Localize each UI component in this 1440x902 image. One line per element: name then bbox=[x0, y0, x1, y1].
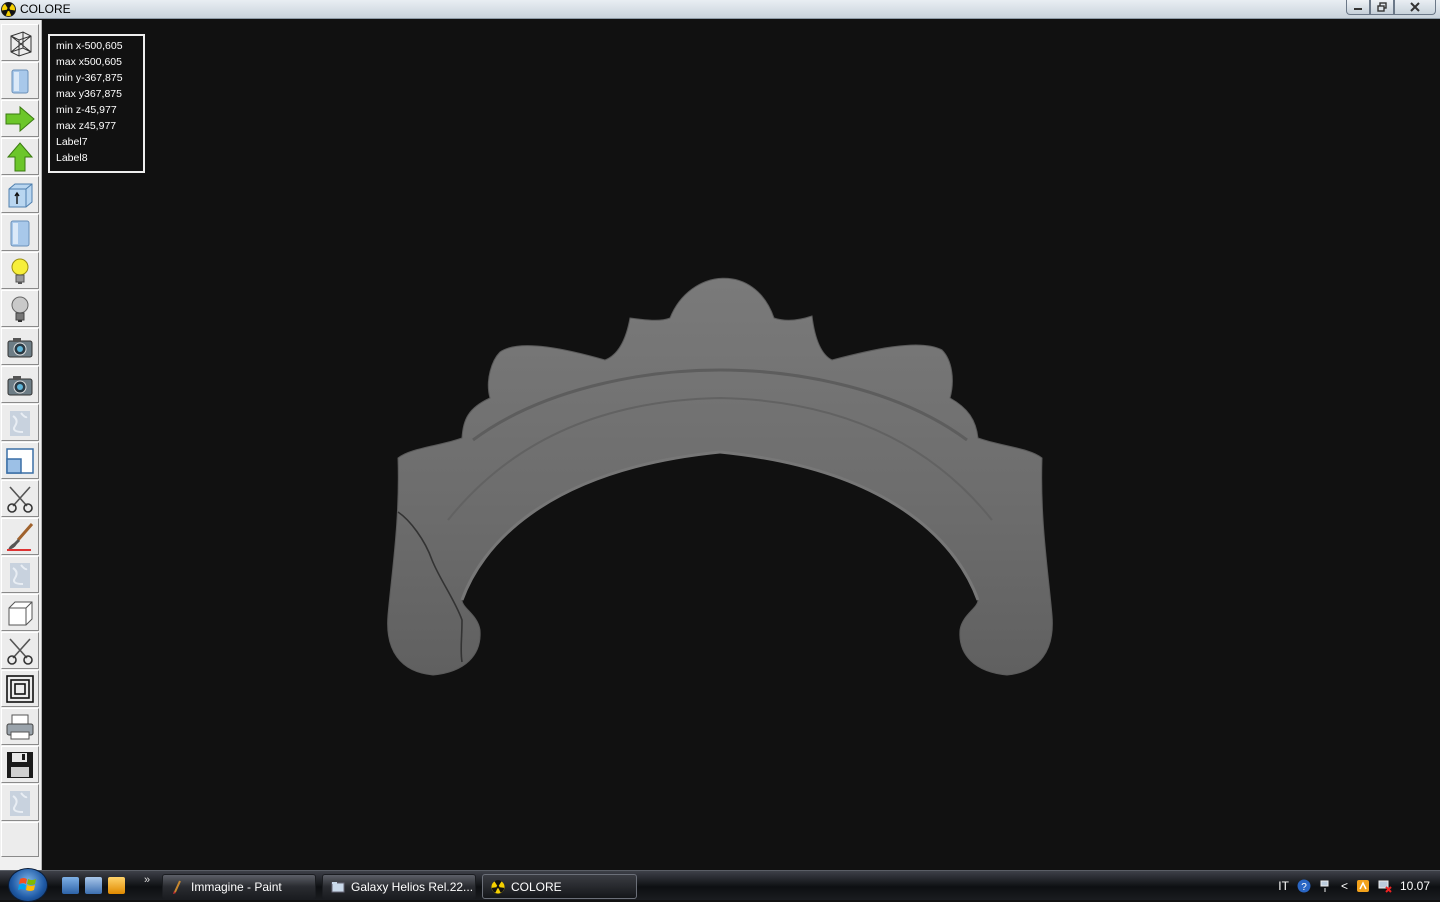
offset-tool-button[interactable] bbox=[1, 670, 39, 707]
3d-viewport[interactable] bbox=[43, 20, 1440, 870]
taskbar: » Immagine - Paint Galaxy Helios Rel.22.… bbox=[0, 868, 1440, 902]
texture-3-tool-button[interactable] bbox=[1, 784, 39, 821]
cut-2-tool-button[interactable] bbox=[1, 632, 39, 669]
bounds-info-panel: min x-500,605 max x500,605 min y-367,875… bbox=[48, 34, 145, 173]
quick-launch-overflow[interactable]: » bbox=[144, 874, 150, 886]
network-icon[interactable] bbox=[1319, 879, 1333, 893]
blue-cylinder-icon bbox=[11, 69, 29, 93]
minimize-icon bbox=[1354, 8, 1362, 10]
task-label: Galaxy Helios Rel.22... bbox=[351, 879, 474, 894]
show-hidden-icons[interactable]: < bbox=[1341, 879, 1348, 893]
cylinder-tool-button[interactable] bbox=[1, 214, 39, 251]
scissors-icon bbox=[7, 485, 33, 513]
media-player-icon[interactable] bbox=[108, 877, 125, 894]
camera-icon bbox=[7, 337, 33, 357]
min-z-label: min z-45,977 bbox=[56, 104, 117, 116]
extrude-tool-button[interactable] bbox=[1, 176, 39, 213]
min-y-label: min y-367,875 bbox=[56, 72, 123, 84]
box-arrow-icon bbox=[8, 183, 33, 207]
window-split-tool-button[interactable] bbox=[1, 442, 39, 479]
blue-cylinder-icon bbox=[10, 220, 30, 246]
texture-2-tool-button[interactable] bbox=[1, 556, 39, 593]
label8: Label8 bbox=[56, 152, 88, 164]
svg-text:?: ? bbox=[1301, 882, 1307, 893]
arrow-up-tool-button[interactable] bbox=[1, 138, 39, 175]
cube-icon bbox=[8, 601, 33, 625]
max-y-label: max y367,875 bbox=[56, 88, 122, 100]
arrow-right-tool-button[interactable] bbox=[1, 100, 39, 137]
label7: Label7 bbox=[56, 136, 88, 148]
marble-arch-model[interactable] bbox=[43, 20, 1440, 870]
task-paint[interactable]: Immagine - Paint bbox=[162, 874, 316, 899]
quick-launch bbox=[62, 877, 125, 894]
marble-texture-icon bbox=[10, 790, 30, 816]
max-x-label: max x500,605 bbox=[56, 56, 122, 68]
folder-icon bbox=[331, 881, 345, 892]
window-title: COLORE bbox=[20, 2, 71, 16]
wireframe-box-icon bbox=[10, 30, 32, 57]
windows-logo-icon bbox=[18, 878, 36, 891]
green-arrow-up-icon bbox=[6, 141, 34, 171]
left-toolbar bbox=[0, 20, 42, 870]
network-alert-icon[interactable] bbox=[1378, 879, 1392, 893]
radiation-icon bbox=[491, 879, 505, 894]
paint-icon bbox=[173, 880, 181, 894]
switch-windows-icon[interactable] bbox=[85, 877, 102, 894]
solid-view-tool-button[interactable] bbox=[1, 62, 39, 99]
system-tray: IT ? < 10.07 bbox=[1278, 871, 1440, 901]
minimize-button[interactable] bbox=[1346, 0, 1370, 15]
show-desktop-icon[interactable] bbox=[62, 877, 79, 894]
wireframe-tool-button[interactable] bbox=[1, 24, 39, 61]
light-on-tool-button[interactable] bbox=[1, 252, 39, 289]
window-controls bbox=[1346, 0, 1436, 16]
floppy-disk-icon bbox=[7, 751, 33, 778]
green-arrow-right-icon bbox=[5, 105, 35, 132]
language-indicator[interactable]: IT bbox=[1278, 879, 1289, 893]
close-button[interactable] bbox=[1394, 0, 1436, 15]
clock[interactable]: 10.07 bbox=[1400, 879, 1430, 893]
concentric-squares-icon bbox=[6, 674, 34, 703]
camera-2-tool-button[interactable] bbox=[1, 366, 39, 403]
restore-button[interactable] bbox=[1370, 0, 1394, 15]
camera-icon bbox=[7, 375, 33, 395]
lightbulb-off-icon bbox=[11, 296, 29, 322]
restore-icon bbox=[1377, 2, 1387, 12]
scissors-icon bbox=[7, 637, 33, 665]
paintbrush-icon bbox=[7, 522, 34, 551]
start-button[interactable] bbox=[8, 868, 48, 902]
window-icon bbox=[6, 447, 34, 474]
help-icon[interactable]: ? bbox=[1297, 879, 1311, 893]
update-icon[interactable] bbox=[1356, 879, 1370, 893]
title-bar: COLORE bbox=[0, 0, 1440, 19]
lightbulb-on-icon bbox=[11, 258, 29, 284]
task-label: Immagine - Paint bbox=[191, 879, 282, 894]
camera-tool-button[interactable] bbox=[1, 328, 39, 365]
print-tool-button[interactable] bbox=[1, 708, 39, 745]
brush-tool-button[interactable] bbox=[1, 518, 39, 555]
cube-tool-button[interactable] bbox=[1, 594, 39, 631]
task-label: COLORE bbox=[511, 879, 562, 894]
empty-tool-slot bbox=[1, 822, 39, 857]
max-z-label: max z45,977 bbox=[56, 120, 117, 132]
marble-texture-icon bbox=[10, 410, 30, 436]
close-icon bbox=[1410, 2, 1420, 12]
radiation-icon bbox=[1, 2, 16, 17]
printer-icon bbox=[6, 714, 34, 739]
save-tool-button[interactable] bbox=[1, 746, 39, 783]
light-off-tool-button[interactable] bbox=[1, 290, 39, 327]
marble-texture-icon bbox=[10, 562, 30, 588]
texture-tool-button[interactable] bbox=[1, 404, 39, 441]
task-galaxy-helios[interactable]: Galaxy Helios Rel.22... bbox=[322, 874, 476, 899]
task-colore[interactable]: COLORE bbox=[482, 874, 637, 899]
min-x-label: min x-500,605 bbox=[56, 40, 123, 52]
cut-tool-button[interactable] bbox=[1, 480, 39, 517]
